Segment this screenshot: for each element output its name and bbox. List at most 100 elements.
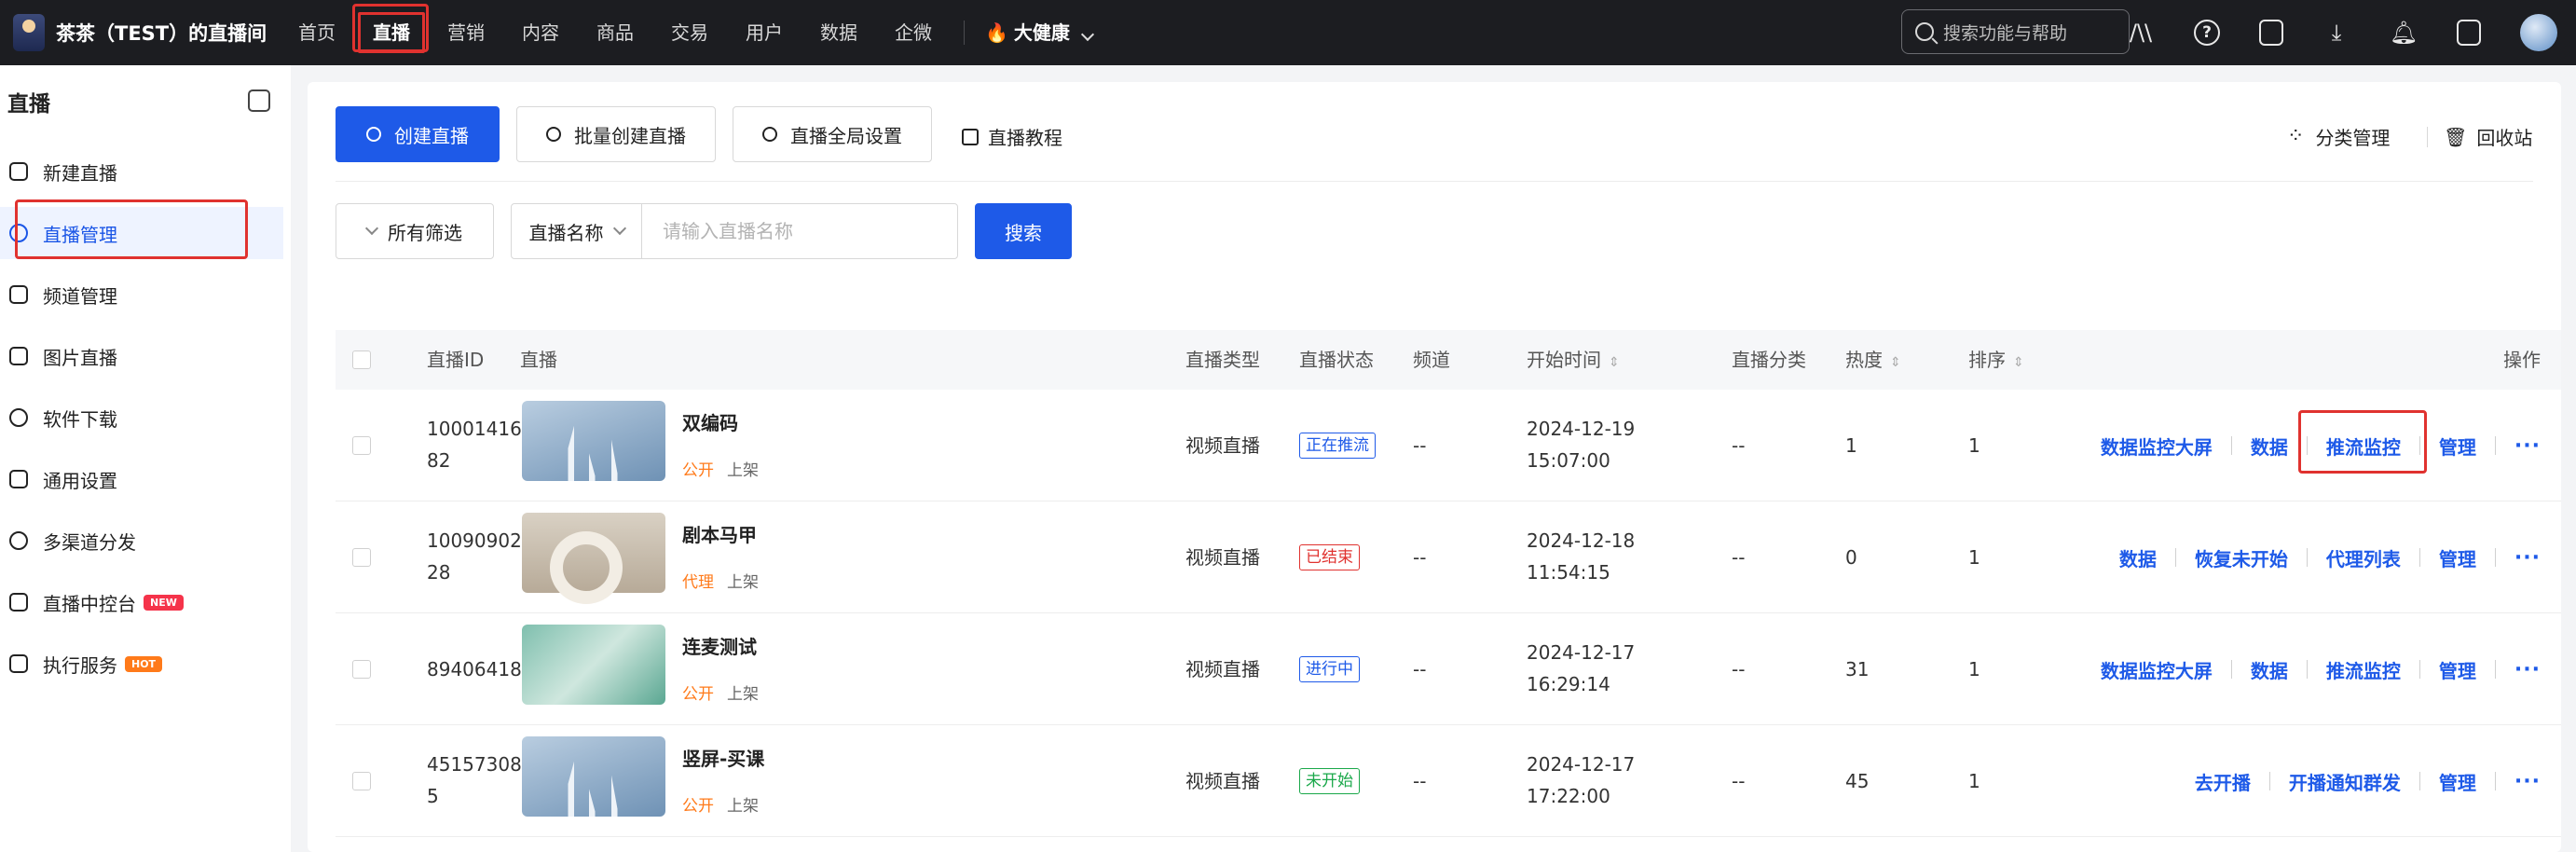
row-checkbox[interactable] — [352, 660, 371, 679]
all-filters-dropdown[interactable]: 所有筛选 — [336, 203, 494, 259]
live-id: 82 — [427, 449, 451, 472]
go-live-link[interactable]: 去开播 — [2195, 768, 2251, 795]
select-all-checkbox[interactable] — [352, 350, 371, 369]
industry-switcher[interactable]: 🔥 大健康 — [978, 12, 1111, 53]
nav-item-marketing[interactable]: 营销 — [429, 12, 503, 53]
live-title[interactable]: 连麦测试 — [682, 632, 757, 659]
notes-icon[interactable] — [2259, 20, 2283, 46]
live-name-input[interactable] — [642, 220, 957, 242]
global-settings-label: 直播全局设置 — [790, 124, 902, 147]
column-header-heat[interactable]: 热度 ⇕ — [1845, 330, 1901, 390]
nav-item-products[interactable]: 商品 — [578, 12, 652, 53]
tutorial-link[interactable]: 直播教程 — [962, 123, 1062, 150]
live-title[interactable]: 竖屏-买课 — [682, 744, 764, 771]
image-icon — [9, 347, 28, 365]
sidebar-item-channel[interactable]: 频道管理 — [0, 268, 283, 321]
toolbar-divider — [2427, 127, 2428, 147]
row-checkbox[interactable] — [352, 772, 371, 790]
live-title[interactable]: 剧本马甲 — [682, 520, 757, 547]
nav-item-trade[interactable]: 交易 — [652, 12, 727, 53]
manage-link[interactable]: 管理 — [2439, 656, 2476, 683]
sidebar-item-console[interactable]: 直播中控台 NEW — [0, 576, 283, 628]
monitor-screen-link[interactable]: 数据监控大屏 — [2101, 656, 2213, 683]
manage-link[interactable]: 管理 — [2439, 768, 2476, 795]
live-thumbnail[interactable] — [522, 401, 665, 481]
sidebar-item-distribution[interactable]: 多渠道分发 — [0, 515, 283, 567]
action-divider — [2418, 660, 2420, 679]
notify-broadcast-link[interactable]: 开播通知群发 — [2289, 768, 2401, 795]
column-header-id: 直播ID — [427, 349, 485, 371]
nav-item-live[interactable]: 直播 — [354, 12, 429, 53]
row-actions: 数据 恢复未开始 代理列表 管理 ··· — [2119, 502, 2561, 613]
category-manage-label: 分类管理 — [2315, 127, 2391, 149]
data-link[interactable]: 数据 — [2119, 544, 2157, 571]
start-time: 17:22:00 — [1527, 785, 1610, 807]
row-actions: 去开播 开播通知群发 管理 ··· — [2195, 725, 2561, 837]
sidebar-item-download[interactable]: 软件下载 — [0, 392, 283, 444]
recycle-bin-link[interactable]: 🗑︎ 回收站 — [2444, 123, 2532, 150]
new-live-icon — [9, 162, 28, 181]
avatar[interactable] — [2520, 14, 2557, 51]
nav-item-home[interactable]: 首页 — [280, 12, 354, 53]
channel-value: -- — [1413, 434, 1427, 457]
column-header-ops: 操作 — [2503, 349, 2541, 371]
ai-icon[interactable]: /\\ — [2127, 19, 2155, 47]
action-divider — [2494, 660, 2496, 679]
batch-create-button[interactable]: 批量创建直播 — [516, 106, 716, 162]
exit-icon[interactable] — [2457, 20, 2481, 46]
start-time: 16:29:14 — [1527, 673, 1610, 695]
column-header-start-time[interactable]: 开始时间 ⇕ — [1527, 330, 1620, 390]
order-value: 1 — [1968, 658, 1980, 680]
column-header-order[interactable]: 排序 ⇕ — [1968, 330, 2024, 390]
action-divider — [2306, 548, 2308, 567]
live-title[interactable]: 双编码 — [682, 408, 738, 435]
more-icon[interactable]: ··· — [2514, 770, 2541, 793]
manage-link[interactable]: 管理 — [2439, 544, 2476, 571]
brand[interactable]: 茶茶（TEST）的直播间 — [0, 14, 280, 51]
sidebar-item-settings[interactable]: 通用设置 — [0, 453, 283, 505]
toolbar-divider-line — [336, 181, 2533, 182]
create-live-button[interactable]: 创建直播 — [336, 106, 500, 162]
collapse-icon[interactable] — [248, 89, 270, 112]
more-icon[interactable]: ··· — [2514, 546, 2541, 570]
nav-item-content[interactable]: 内容 — [503, 12, 578, 53]
order-value: 1 — [1968, 770, 1980, 792]
search-button[interactable]: 搜索 — [975, 203, 1072, 259]
settings-icon — [9, 470, 28, 488]
share-icon — [9, 531, 28, 550]
data-link[interactable]: 数据 — [2251, 433, 2288, 460]
sidebar-item-new-live[interactable]: 新建直播 — [0, 145, 283, 198]
bell-icon[interactable]: 🔔︎ — [2390, 19, 2418, 47]
order-value: 1 — [1968, 434, 1980, 457]
stream-monitor-link[interactable]: 推流监控 — [2326, 656, 2401, 683]
chevron-down-icon — [612, 221, 626, 236]
search-field-type-dropdown[interactable]: 直播名称 — [512, 204, 642, 258]
download-icon[interactable]: ⤓ — [2323, 19, 2350, 47]
row-checkbox[interactable] — [352, 436, 371, 455]
monitor-screen-link[interactable]: 数据监控大屏 — [2101, 433, 2213, 460]
action-divider — [2418, 772, 2420, 790]
agent-list-link[interactable]: 代理列表 — [2326, 544, 2401, 571]
live-thumbnail[interactable] — [522, 736, 665, 817]
help-icon[interactable]: ? — [2194, 20, 2220, 46]
restore-not-started-link[interactable]: 恢复未开始 — [2195, 544, 2288, 571]
action-divider — [2494, 436, 2496, 455]
sidebar-item-image-live[interactable]: 图片直播 — [0, 330, 283, 382]
global-settings-button[interactable]: 直播全局设置 — [733, 106, 932, 162]
data-link[interactable]: 数据 — [2251, 656, 2288, 683]
nav-item-users[interactable]: 用户 — [727, 12, 802, 53]
top-bar: 茶茶（TEST）的直播间 首页 直播 营销 内容 商品 交易 用户 数据 企微 … — [0, 0, 2576, 65]
more-icon[interactable]: ··· — [2514, 658, 2541, 681]
live-thumbnail[interactable] — [522, 513, 665, 604]
live-thumbnail[interactable] — [522, 625, 665, 705]
manage-link[interactable]: 管理 — [2439, 433, 2476, 460]
sidebar-item-service[interactable]: 执行服务 HOT — [0, 638, 283, 690]
more-icon[interactable]: ··· — [2514, 434, 2541, 458]
nav-item-data[interactable]: 数据 — [802, 12, 876, 53]
sidebar-item-live-manage[interactable]: 直播管理 — [0, 207, 283, 259]
row-checkbox[interactable] — [352, 548, 371, 567]
nav-item-wecom[interactable]: 企微 — [876, 12, 951, 53]
category-manage-link[interactable]: ⁘ 分类管理 — [2287, 123, 2390, 150]
live-id: 28 — [427, 561, 451, 584]
stream-monitor-link[interactable]: 推流监控 — [2326, 433, 2401, 460]
